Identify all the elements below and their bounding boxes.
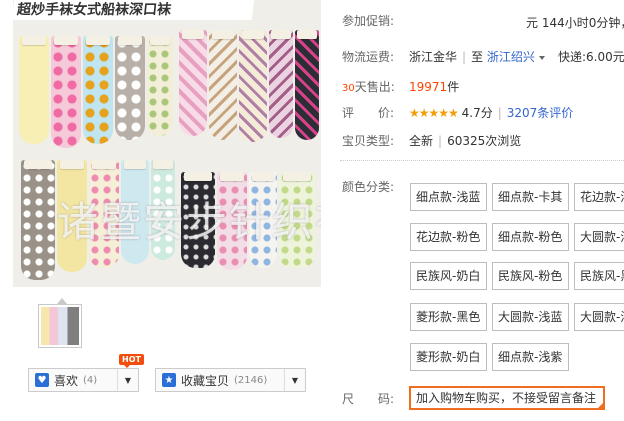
shipping-to-prefix: 至 xyxy=(471,50,484,64)
shipping-fee: 快递:6.00元 xyxy=(558,50,624,64)
like-dropdown-arrow[interactable]: ▼ xyxy=(117,369,138,391)
collect-dropdown-arrow[interactable]: ▼ xyxy=(284,369,305,391)
sales-days: 30 xyxy=(342,83,355,94)
sku-option[interactable]: 大圆款-浅 xyxy=(574,223,624,251)
star-icon: ★ xyxy=(162,373,176,387)
promo-label: 参加促销: xyxy=(342,14,395,28)
sock-mauve-argyle xyxy=(269,30,293,138)
sku-option[interactable]: 菱形款-奶白 xyxy=(410,343,487,371)
sku-option[interactable]: 细点款-卡其 xyxy=(492,183,569,211)
shipping-from: 浙江金华 xyxy=(409,50,458,64)
separator: | xyxy=(462,50,467,64)
sock-cream-dots xyxy=(147,36,173,136)
hot-badge: HOT xyxy=(119,354,144,368)
rating-stars: ★★★★★ xyxy=(409,106,459,120)
item-type-label: 宝贝类型: xyxy=(342,134,395,148)
like-label: 喜欢 xyxy=(54,373,79,388)
sock-blue-dots xyxy=(83,36,113,144)
like-count: (4) xyxy=(83,374,98,386)
image-banner-text: 超炒手袜女式船袜深口袜 xyxy=(13,0,255,20)
separator: | xyxy=(497,106,502,120)
sock-grey-dots xyxy=(115,36,145,140)
sock-pink-dots xyxy=(51,36,81,148)
sock-mint-lace xyxy=(151,160,175,260)
size-label: 尺 码: xyxy=(342,392,395,406)
rating-label: 评 价: xyxy=(342,106,395,120)
sku-option[interactable]: 民族风-黑 xyxy=(574,262,624,290)
section-divider xyxy=(340,160,624,161)
shipping-destination-link[interactable]: 浙江绍兴 xyxy=(487,50,535,64)
sock-yellow-lace xyxy=(57,160,87,272)
sales-count-number: 19971 xyxy=(409,80,448,94)
sales-label-text: 天售出: xyxy=(354,80,395,94)
sock-lightpink-dots xyxy=(217,172,247,270)
collect-button[interactable]: ★ 收藏宝贝 (2146) ▼ xyxy=(155,368,306,392)
sock-white-dots xyxy=(249,172,277,268)
promo-value: 元 144小时0分钟， xyxy=(526,16,624,30)
sock-cream-argyle xyxy=(239,30,267,142)
sku-option[interactable]: 菱形款-黑色 xyxy=(410,303,487,331)
sku-option[interactable]: 大圆款-浅蓝 xyxy=(492,303,569,331)
sock-pink-argyle xyxy=(179,30,207,136)
heart-icon: ♥ xyxy=(35,373,49,387)
check-icon: ✓ xyxy=(597,395,603,402)
sock-grey-lace xyxy=(21,160,55,280)
size-option-selected[interactable]: 加入购物车购买，不接受留言备注 ✓ xyxy=(409,386,605,410)
product-thumbnail[interactable] xyxy=(38,304,82,348)
sock-white-argyle xyxy=(209,30,237,140)
chevron-down-icon[interactable] xyxy=(538,55,545,60)
thumbnail-image xyxy=(41,307,79,345)
sku-option[interactable]: 花边款-粉色 xyxy=(410,223,487,251)
like-button[interactable]: ♥ 喜欢 (4) ▼ xyxy=(28,368,139,392)
color-label: 颜色分类: xyxy=(342,180,395,194)
sku-option[interactable]: 花边款-浅 xyxy=(574,183,624,211)
sock-black-dots xyxy=(181,172,215,268)
sock-cream-lace xyxy=(89,160,119,268)
sales-count: 19971件 xyxy=(409,78,459,95)
rating-score: 4.7分 xyxy=(461,106,493,120)
view-count: 60325次浏览 xyxy=(447,134,522,148)
sku-option[interactable]: 细点款-浅紫 xyxy=(492,343,569,371)
reviews-link[interactable]: 3207条评价 xyxy=(507,106,574,120)
sku-option[interactable]: 民族风-粉色 xyxy=(492,262,569,290)
sock-lightblue-lace xyxy=(121,160,149,264)
sock-black-argyle xyxy=(295,30,319,140)
shipping-route: 浙江金华 | 至 浙江绍兴 xyxy=(409,48,545,65)
rating-value: ★★★★★ 4.7分 | 3207条评价 xyxy=(409,104,573,121)
sku-option[interactable]: 民族风-奶白 xyxy=(410,262,487,290)
separator: | xyxy=(438,134,443,148)
sock-yellow xyxy=(19,36,49,144)
sku-option[interactable]: 细点款-粉色 xyxy=(492,223,569,251)
sku-option[interactable]: 大圆款-浅 xyxy=(574,303,624,331)
sku-option[interactable]: 细点款-浅蓝 xyxy=(410,183,487,211)
sales-count-unit: 件 xyxy=(447,80,460,94)
collect-label: 收藏宝贝 xyxy=(181,373,230,388)
sales-label: 30天售出: xyxy=(342,78,395,95)
product-main-image: 超炒手袜女式船袜深口袜 诸暨安步针织有限公司 xyxy=(13,0,321,287)
sock-ivory-dots xyxy=(279,172,315,268)
size-option-text: 加入购物车购买，不接受留言备注 xyxy=(416,391,597,405)
item-condition: 全新 xyxy=(409,134,434,148)
item-type-value: 全新 | 60325次浏览 xyxy=(409,132,521,149)
collect-count: (2146) xyxy=(234,374,268,386)
shipping-label: 物流运费: xyxy=(342,50,395,64)
